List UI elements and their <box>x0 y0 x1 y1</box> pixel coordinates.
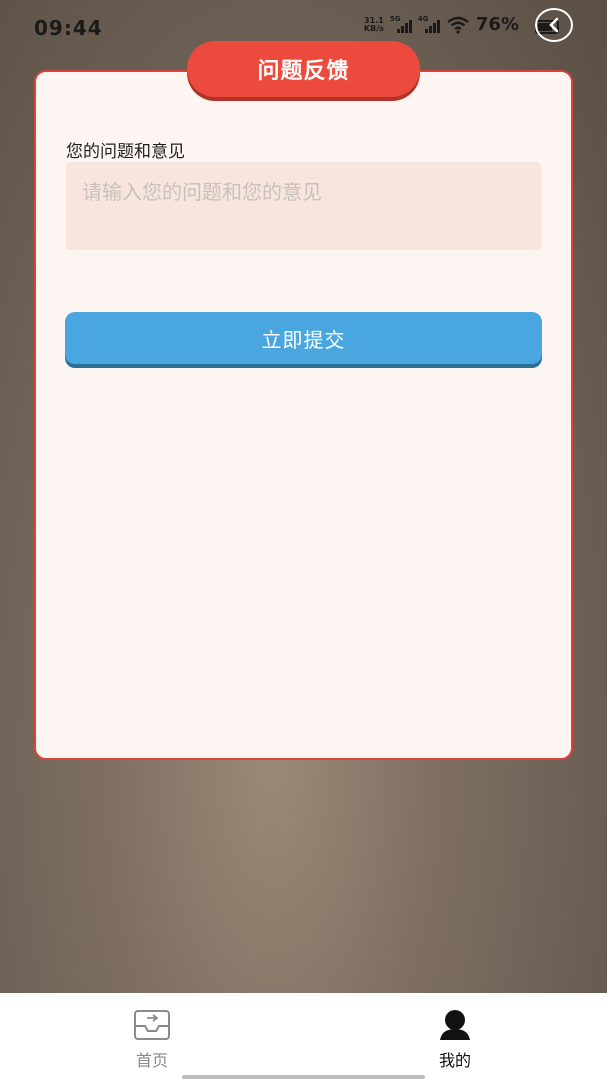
submit-button[interactable]: 立即提交 <box>65 312 542 364</box>
feedback-field-label: 您的问题和意见 <box>66 142 185 162</box>
feedback-input[interactable] <box>66 162 541 250</box>
signal-5g-icon: 5G <box>390 15 412 35</box>
chevron-left-icon <box>549 17 559 33</box>
user-profile-icon <box>440 1010 470 1040</box>
network-speed: 31.1 KB/s <box>363 16 384 33</box>
nav-label-mine: 我的 <box>438 1051 471 1070</box>
nav-label-home: 首页 <box>135 1051 168 1070</box>
nav-item-mine[interactable]: 我的 <box>405 1009 505 1071</box>
back-button[interactable] <box>535 8 573 42</box>
page-title: 问题反馈 <box>187 41 420 97</box>
network-speed-unit: KB/s <box>363 23 384 33</box>
home-inbox-icon <box>134 1010 170 1040</box>
bottom-nav: 首页 我的 <box>0 993 607 1080</box>
signal-4g-icon: 4G <box>418 15 440 35</box>
battery-percent: 76% <box>475 14 519 35</box>
wifi-icon <box>447 16 469 34</box>
home-indicator <box>182 1075 425 1079</box>
status-time: 09:44 <box>34 16 103 40</box>
nav-item-home[interactable]: 首页 <box>102 1009 202 1071</box>
status-indicators: 31.1 KB/s 5G 4G 76% <box>364 14 519 35</box>
